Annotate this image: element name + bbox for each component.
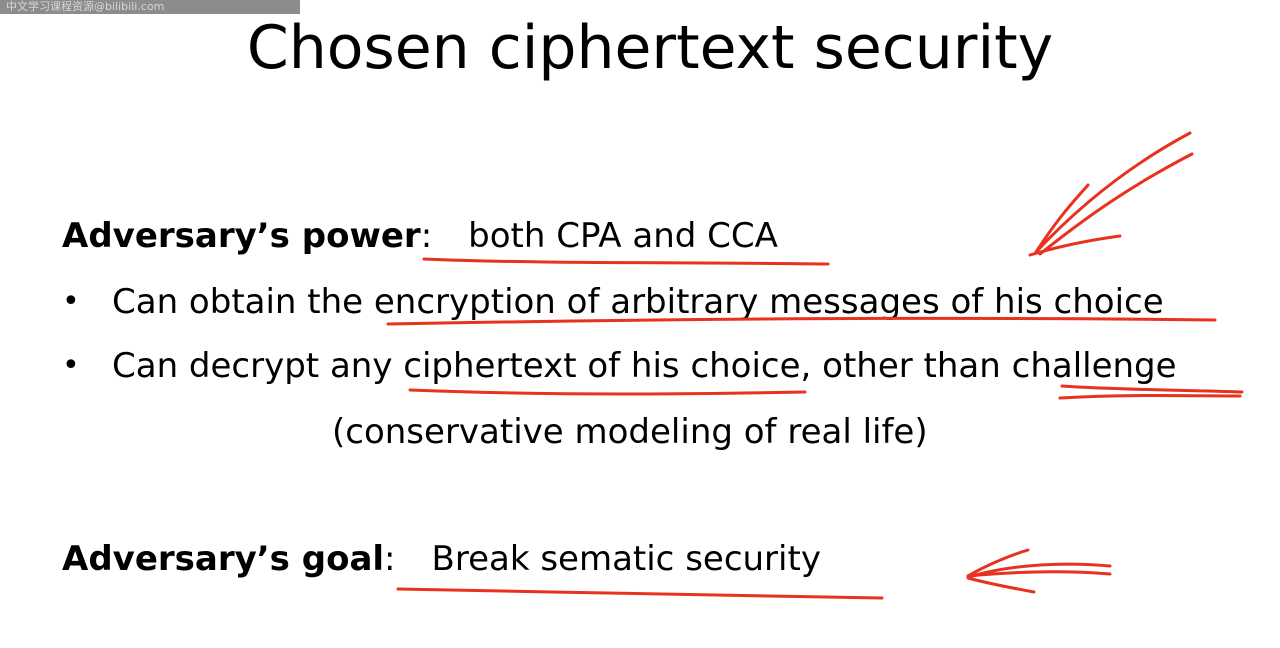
goal-colon: : [384,539,396,579]
underline [1058,394,1242,400]
underline [396,587,884,600]
bullet-marker: • [62,284,80,319]
bullet-highlight: ciphertext of his choice [403,346,801,386]
power-label: Adversary’s power [62,216,421,256]
bullet-text: Can decrypt any [112,346,404,386]
bullet-item: Can obtain the encryption of arbitrary m… [112,280,1164,324]
power-value: both CPA and CCA [468,216,778,256]
bullet-highlight: encryption of arbitrary messages of his … [373,282,1164,322]
slide-title: Chosen ciphertext security [246,13,1054,83]
goal-line: Adversary’s goal: Break sematic security [62,537,821,581]
power-line: Adversary’s power: both CPA and CCA [62,214,778,258]
power-colon: : [420,216,433,256]
goal-label: Adversary’s goal [62,539,385,579]
bullet-marker: • [62,348,80,383]
bullet-highlight-challenge: challenge [1011,346,1177,386]
arrow-icon [966,548,1112,594]
goal-value: Break sematic security [431,539,821,579]
underline [408,388,807,396]
bullet-text-middle: , other than [800,346,1012,386]
underline [422,257,830,266]
arrow-icon [1028,131,1194,257]
bullet-item: Can decrypt any ciphertext of his choice… [112,344,1177,388]
slide: 中文学习课程资源@bilibili.com Chosen ciphertext … [0,0,1280,648]
bullet-text: Can obtain the [112,282,374,322]
note-text: (conservative modeling of real life) [332,412,928,452]
